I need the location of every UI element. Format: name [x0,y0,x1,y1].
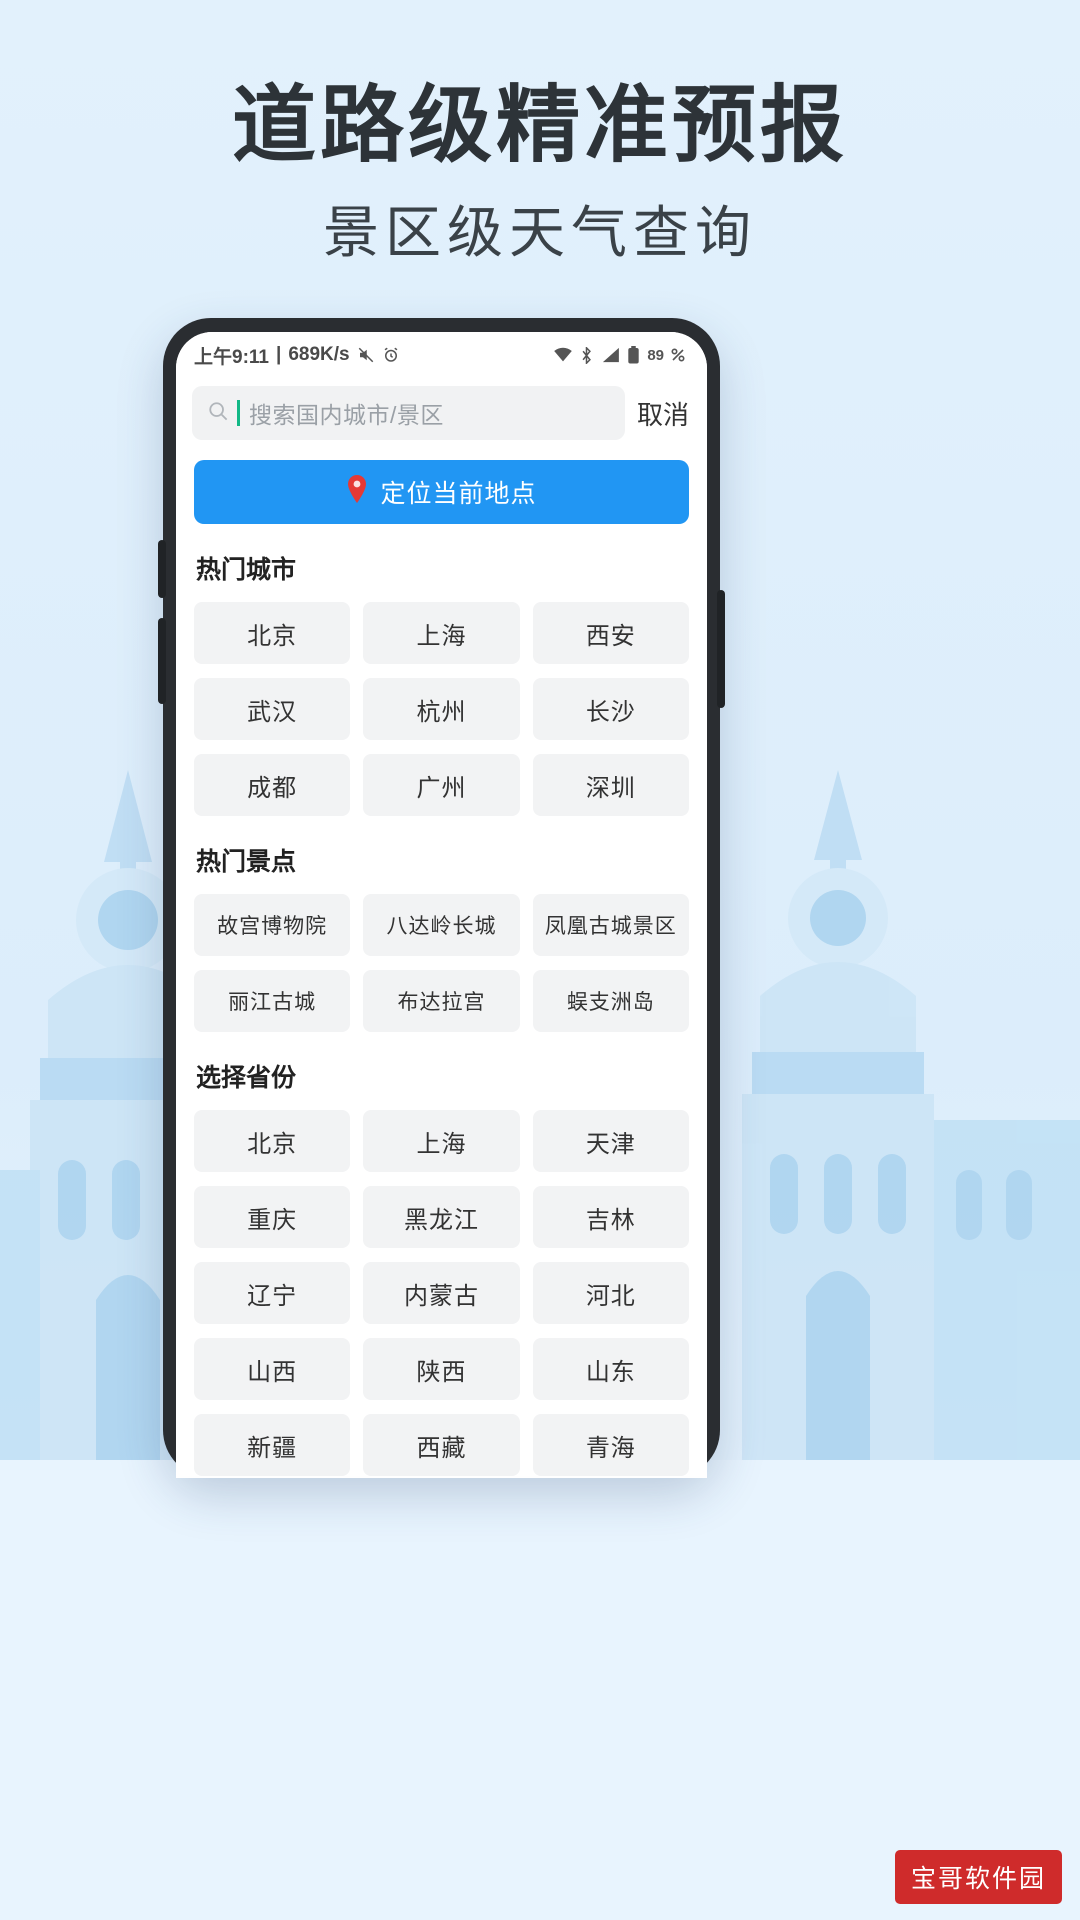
province-chip[interactable]: 北京 [194,1110,351,1172]
search-placeholder: 搜索国内城市/景区 [249,402,444,428]
status-bar-left: 上午9:11 | 689K/s [194,342,400,369]
status-network-speed: 689K/s [288,344,350,365]
attraction-chip[interactable]: 蜈支洲岛 [532,970,689,1032]
province-chip[interactable]: 山西 [194,1338,351,1400]
search-row: 搜索国内城市/景区 取消 [176,378,707,454]
province-chip[interactable]: 内蒙古 [363,1262,520,1324]
section-title-hot-cities: 热门城市 [196,556,297,584]
province-chip[interactable]: 陕西 [363,1338,520,1400]
status-time: 上午9:11 [194,346,269,368]
city-chip[interactable]: 成都 [194,754,351,816]
mute-icon [357,346,375,364]
province-chip[interactable]: 山东 [532,1338,689,1400]
province-chip[interactable]: 西藏 [363,1414,520,1476]
province-chip[interactable]: 河北 [532,1262,689,1324]
cancel-button[interactable]: 取消 [635,395,691,432]
city-chip[interactable]: 上海 [363,602,520,664]
hot-attractions-grid: 故宫博物院 八达岭长城 凤凰古城景区 丽江古城 布达拉宫 蜈支洲岛 [194,894,689,1032]
locate-button-wrap: 定位当前地点 [176,454,707,524]
city-chip[interactable]: 武汉 [194,678,351,740]
province-chip[interactable]: 天津 [532,1110,689,1172]
battery-icon [627,346,640,364]
phone-mockup: 上午9:11 | 689K/s 89 搜索国内城市/景区 取消 定位当前地点 热… [158,318,725,1478]
status-separator: | [275,344,282,365]
battery-level: 89 [647,346,664,364]
city-chip[interactable]: 北京 [194,602,351,664]
section-hot-attractions: 热门景点 故宫博物院 八达岭长城 凤凰古城景区 丽江古城 布达拉宫 蜈支洲岛 [194,842,689,1032]
section-hot-cities: 热门城市 北京 上海 西安 武汉 杭州 长沙 成都 广州 深圳 [194,550,689,816]
phone-screen: 上午9:11 | 689K/s 89 搜索国内城市/景区 取消 定位当前地点 热… [176,332,707,1478]
promo-heading-block: 道路级精准预报 景区级天气查询 [0,78,1080,269]
hot-cities-grid: 北京 上海 西安 武汉 杭州 长沙 成都 广州 深圳 [194,602,689,816]
city-chip[interactable]: 杭州 [363,678,520,740]
phone-volume-down-button[interactable] [158,618,166,704]
province-chip[interactable]: 重庆 [194,1186,351,1248]
promo-headline: 道路级精准预报 [231,76,848,174]
attraction-chip[interactable]: 丽江古城 [194,970,351,1032]
alarm-icon [382,346,400,364]
status-bar-right: 89 [553,346,685,364]
city-chip[interactable]: 西安 [532,602,689,664]
attraction-chip[interactable]: 布达拉宫 [363,970,520,1032]
attraction-chip[interactable]: 八达岭长城 [363,894,520,956]
watermark-badge: 宝哥软件园 [894,1850,1062,1904]
city-chip[interactable]: 广州 [363,754,520,816]
phone-power-button[interactable] [717,590,725,708]
city-chip[interactable]: 长沙 [532,678,689,740]
text-cursor [237,400,240,426]
locate-current-position-button[interactable]: 定位当前地点 [194,460,689,524]
search-icon [208,401,228,426]
location-pin-icon [346,474,368,510]
province-chip[interactable]: 辽宁 [194,1262,351,1324]
section-select-province: 选择省份 北京 上海 天津 重庆 黑龙江 吉林 辽宁 内蒙古 河北 山西 陕西 … [194,1058,689,1476]
bluetooth-icon [580,346,593,364]
province-chip[interactable]: 吉林 [532,1186,689,1248]
attraction-chip[interactable]: 故宫博物院 [194,894,351,956]
section-title-select-province: 选择省份 [196,1064,297,1092]
percent-icon [671,348,685,362]
city-chip[interactable]: 深圳 [532,754,689,816]
promo-subheadline: 景区级天气查询 [323,201,757,267]
wifi-icon [553,347,573,363]
signal-icon [600,347,620,363]
section-title-hot-attractions: 热门景点 [196,848,297,876]
province-grid: 北京 上海 天津 重庆 黑龙江 吉林 辽宁 内蒙古 河北 山西 陕西 山东 新疆… [194,1110,689,1476]
province-chip[interactable]: 黑龙江 [363,1186,520,1248]
status-bar: 上午9:11 | 689K/s 89 [176,332,707,378]
phone-volume-up-button[interactable] [158,540,166,598]
province-chip[interactable]: 上海 [363,1110,520,1172]
locate-button-label: 定位当前地点 [380,480,537,508]
search-input[interactable]: 搜索国内城市/景区 [192,386,625,440]
attraction-chip[interactable]: 凤凰古城景区 [532,894,689,956]
content-area: 热门城市 北京 上海 西安 武汉 杭州 长沙 成都 广州 深圳 热门景点 故宫博… [176,550,707,1476]
province-chip[interactable]: 新疆 [194,1414,351,1476]
province-chip[interactable]: 青海 [532,1414,689,1476]
